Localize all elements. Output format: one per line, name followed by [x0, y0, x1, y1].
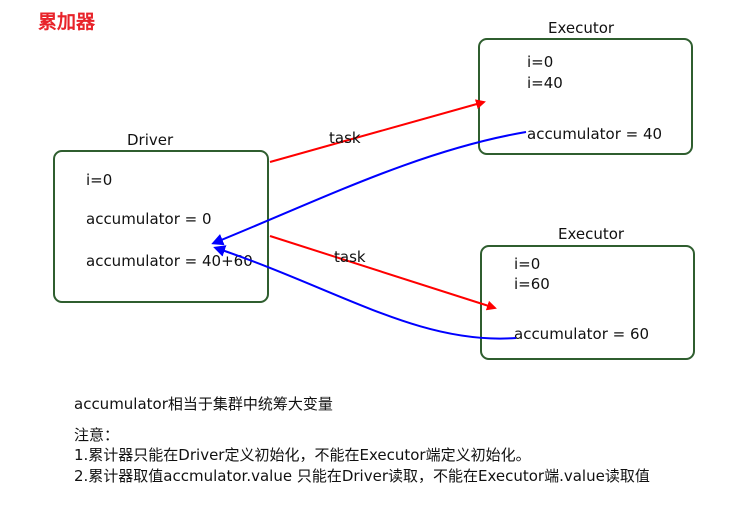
task-arrow-top: [269, 99, 486, 163]
executor-bottom-i-initial: i=0: [514, 255, 541, 273]
note-heading: 注意：: [74, 426, 120, 444]
executor-bottom-label: Executor: [558, 225, 625, 243]
executor-top-i-initial: i=0: [527, 53, 554, 71]
executor-bottom-i-value: i=60: [514, 275, 550, 293]
note-summary: accumulator相当于集群中统筹大变量: [74, 395, 333, 413]
driver-accumulator-sum: accumulator = 40+60: [86, 252, 253, 270]
executor-top-accumulator: accumulator = 40: [527, 125, 663, 143]
driver-accumulator-initial: accumulator = 0: [86, 210, 212, 228]
executor-top-label: Executor: [548, 19, 615, 37]
executor-top-i-value: i=40: [527, 74, 563, 92]
task-arrow-bottom: [269, 235, 497, 311]
note-item-1: 1.累计器只能在Driver定义初始化，不能在Executor端定义初始化。: [74, 446, 531, 464]
diagram-title: 累加器: [38, 11, 96, 33]
task-label-bottom: task: [334, 248, 366, 266]
driver-label: Driver: [127, 131, 174, 149]
task-label-top: task: [329, 129, 361, 147]
note-item-2: 2.累计器取值accmulator.value 只能在Driver读取，不能在E…: [74, 467, 650, 485]
driver-i-value: i=0: [86, 171, 113, 189]
executor-bottom-accumulator: accumulator = 60: [514, 325, 650, 343]
